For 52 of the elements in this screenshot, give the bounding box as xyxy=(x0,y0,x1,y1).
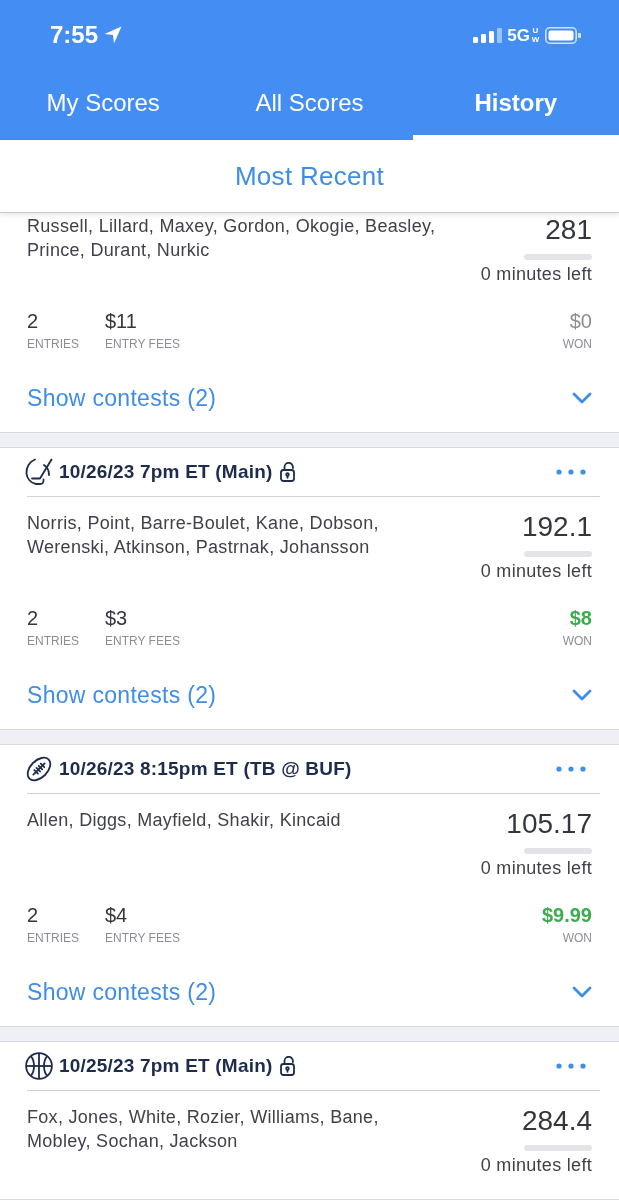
contest-title: 10/26/23 8:15pm ET (TB @ BUF) xyxy=(59,756,352,781)
fantasy-points: 105.17 xyxy=(506,808,592,840)
lineup-players: Fox, Jones, White, Rozier, Williams, Bane, Mobley, Sochan, Jackson xyxy=(27,1106,380,1153)
lineup-players: Allen, Diggs, Mayfield, Shakir, Kincaid xyxy=(27,809,342,832)
entry-fees-label: ENTRY FEES xyxy=(105,336,180,353)
entries-label: ENTRIES xyxy=(27,930,79,947)
entry-fees-amount: $11 xyxy=(105,309,137,333)
more-options-icon[interactable] xyxy=(556,469,586,475)
entry-fees-amount: $4 xyxy=(105,903,128,927)
time-remaining-track xyxy=(524,551,592,557)
winnings-amount: $8 xyxy=(569,606,592,630)
entries-count: 2 xyxy=(27,903,39,927)
time-remaining-track xyxy=(524,848,592,854)
winnings-label: WON xyxy=(562,336,592,353)
show-contests-button[interactable]: Show contests (2) xyxy=(27,978,592,1006)
more-options-icon[interactable] xyxy=(556,766,586,772)
entries-label: ENTRIES xyxy=(27,633,79,650)
entries-count: 2 xyxy=(27,309,39,333)
tab[interactable]: My Scores xyxy=(0,70,207,140)
signal-bars-icon xyxy=(473,27,503,43)
show-contests-button[interactable]: Show contests (2) xyxy=(27,681,592,709)
time-left: 0 minutes left xyxy=(480,263,592,285)
time-left: 0 minutes left xyxy=(480,857,592,879)
tab[interactable]: All Scores xyxy=(206,70,413,140)
location-arrow-icon xyxy=(104,26,123,44)
fantasy-points: 284.4 xyxy=(521,1105,592,1137)
lineup-players: Norris, Point, Barre-Boulet, Kane, Dobson, Werenski, Atkinson, Pastrnak, Johansson xyxy=(27,512,380,559)
winnings-amount: $9.99 xyxy=(541,903,592,927)
fantasy-points: 192.1 xyxy=(521,511,592,543)
time-remaining-track xyxy=(524,1145,592,1151)
winnings-label: WON xyxy=(562,633,592,650)
fantasy-points: 281 xyxy=(545,214,592,246)
entry-fees-amount: $3 xyxy=(105,606,128,630)
entry-fees-label: ENTRY FEES xyxy=(105,930,180,947)
time-left: 0 minutes left xyxy=(480,560,592,582)
lineup-players: Russell, Lillard, Maxey, Gordon, Okogie, Beasley, Prince, Durant, Nurkic xyxy=(27,215,437,262)
contest-title: 10/25/23 7pm ET (Main) xyxy=(59,1053,273,1078)
battery-icon xyxy=(545,26,581,44)
show-contests-button[interactable]: Show contests (2) xyxy=(27,384,592,412)
time-left: 0 minutes left xyxy=(480,1154,592,1176)
contest-title: 10/26/23 7pm ET (Main) xyxy=(59,459,273,484)
winnings-label: WON xyxy=(562,930,592,947)
status-time: 7:55 xyxy=(50,23,99,47)
time-remaining-track xyxy=(524,254,592,260)
entry-fees-label: ENTRY FEES xyxy=(105,633,180,650)
network-type: 5G xyxy=(507,26,530,44)
entries-label: ENTRIES xyxy=(27,336,79,353)
more-options-icon[interactable] xyxy=(556,1063,586,1069)
winnings-amount: $0 xyxy=(569,309,592,333)
entries-count: 2 xyxy=(27,606,39,630)
network-suffix-text: UW xyxy=(531,26,540,44)
sort-button[interactable]: Most Recent xyxy=(234,156,385,196)
